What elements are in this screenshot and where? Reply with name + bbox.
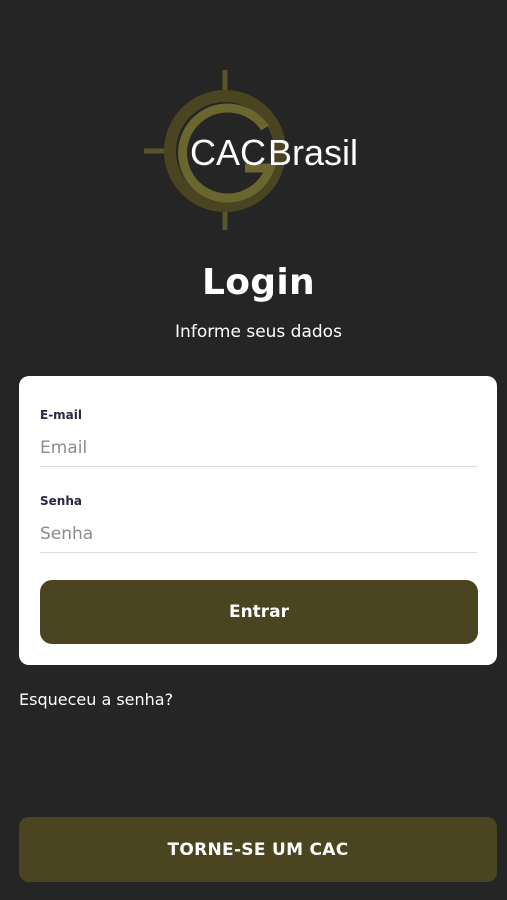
email-label: E-mail bbox=[40, 408, 83, 422]
forgot-password-link[interactable]: Esqueceu a senha? bbox=[19, 690, 173, 709]
become-cac-button[interactable]: TORNE-SE UM CAC bbox=[19, 817, 497, 882]
cac-brasil-logo: CAC Brasil bbox=[140, 68, 365, 233]
login-card: E-mail Senha Entrar bbox=[19, 376, 497, 665]
password-field[interactable] bbox=[40, 516, 477, 553]
page-title: Login bbox=[202, 262, 315, 303]
email-field[interactable] bbox=[40, 430, 477, 467]
logo-text-brasil: Brasil bbox=[268, 132, 358, 173]
page-subtitle: Informe seus dados bbox=[175, 322, 342, 342]
login-button[interactable]: Entrar bbox=[40, 580, 478, 644]
logo-text-cac: CAC bbox=[190, 132, 266, 173]
password-label: Senha bbox=[40, 494, 82, 508]
crosshair-logo-icon: CAC Brasil bbox=[144, 70, 358, 230]
